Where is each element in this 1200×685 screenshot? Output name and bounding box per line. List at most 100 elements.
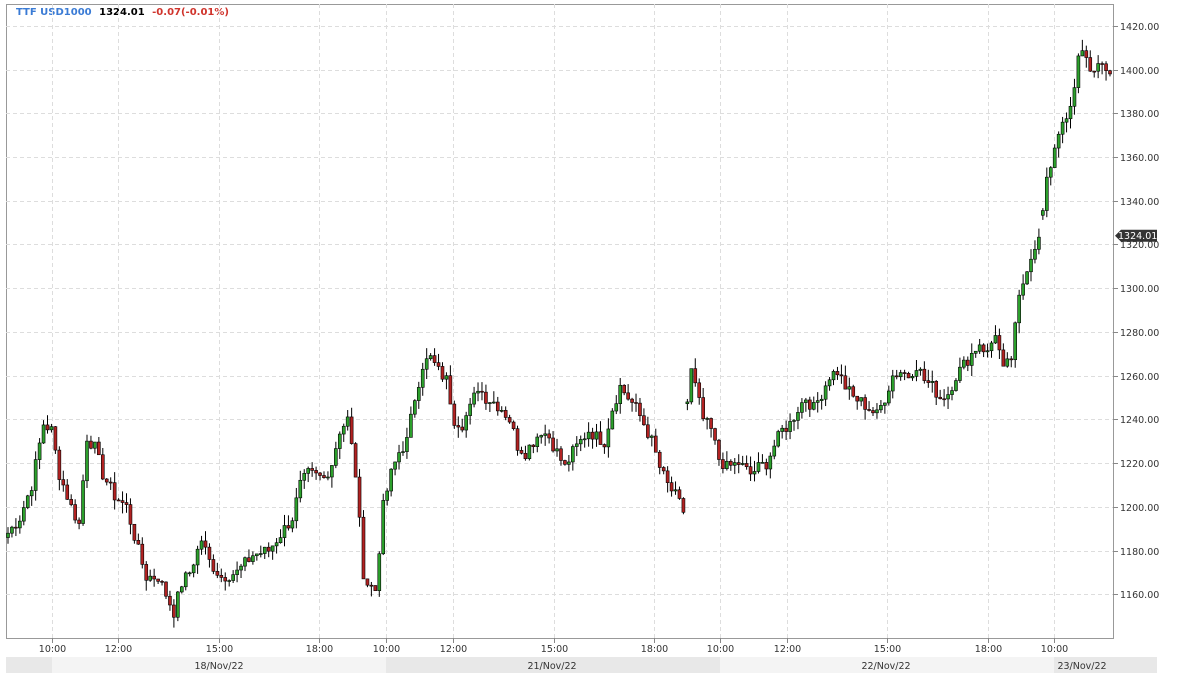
candle-body (1005, 358, 1010, 367)
candle-body (116, 499, 121, 502)
x-tick-label: 12:00 (105, 644, 132, 655)
candle-body (977, 344, 982, 352)
candle-body (622, 384, 626, 394)
y-tick-label: 1260.00 (1120, 372, 1159, 383)
candle-body (397, 452, 401, 463)
candle-body (1021, 283, 1025, 296)
candle-body (784, 427, 788, 432)
candle-body (614, 403, 619, 412)
candle-body (18, 520, 22, 529)
candle-body (653, 435, 658, 453)
candle-body (685, 401, 690, 405)
x-tick-label: 18:00 (306, 644, 333, 655)
x-tick-label: 18:00 (641, 644, 668, 655)
candle-body (567, 461, 571, 465)
candle-body (488, 402, 492, 404)
candle-body (1100, 63, 1104, 65)
candle-body (29, 490, 34, 497)
y-tick-label: 1200.00 (1120, 503, 1159, 514)
price-tag: 1324.01 (1115, 229, 1157, 242)
date-label: 23/Nov/22 (1057, 661, 1106, 672)
candle-body (1041, 210, 1045, 216)
y-axis: 1160.00 1180.00 1200.00 1220.00 1240.00 1260.… (1113, 22, 1159, 601)
candle-body (179, 586, 184, 593)
candle-body (1104, 63, 1108, 71)
candle-body (369, 584, 374, 587)
candle-body (81, 480, 85, 524)
candle-body (365, 578, 370, 586)
candle-body (729, 460, 733, 466)
candle-body (278, 537, 283, 544)
candle-body (298, 479, 303, 499)
candle-body (405, 437, 409, 452)
candle-body (610, 410, 615, 430)
candle-body (203, 540, 208, 548)
candle-body (393, 461, 397, 470)
candle-body (373, 585, 378, 591)
candle-body (1108, 70, 1112, 75)
candle-body (555, 448, 559, 452)
candle-body (638, 402, 642, 417)
candle-body (586, 431, 591, 440)
candle-body (634, 402, 638, 404)
candle-body (701, 397, 705, 420)
candle-body (827, 379, 832, 387)
candle-body (717, 439, 721, 460)
candle-body (922, 368, 927, 381)
candle-body (934, 381, 939, 398)
candle-body (310, 468, 314, 471)
candle-body (495, 401, 500, 412)
candle-body (748, 466, 753, 475)
candle-body (792, 420, 796, 422)
candle-body (357, 476, 362, 518)
candle-body (515, 428, 520, 451)
candle-body (152, 575, 156, 580)
candle-body (796, 412, 800, 421)
candle-body (527, 444, 532, 460)
candle-body (1013, 322, 1018, 361)
x-tick-label: 15:00 (541, 644, 568, 655)
candle-body (448, 375, 453, 405)
candle-body (918, 368, 923, 371)
candle-body (571, 446, 575, 463)
candle-body (97, 441, 101, 456)
candle-body (894, 375, 899, 378)
y-tick-label: 1300.00 (1120, 284, 1159, 295)
candle-body (93, 441, 97, 449)
candle-body (57, 449, 62, 480)
candle-body (764, 462, 769, 470)
y-tick-label: 1160.00 (1120, 590, 1159, 601)
candle-body (420, 368, 425, 388)
candle-body (337, 433, 342, 449)
candles (6, 39, 1112, 628)
candle-body (997, 335, 1002, 351)
candle-body (890, 375, 895, 392)
candle-body (677, 489, 682, 499)
candle-body (472, 392, 476, 405)
x-tick-label: 18:00 (975, 644, 1002, 655)
candle-body (594, 431, 599, 440)
candle-body (697, 382, 702, 398)
candle-body (270, 545, 275, 552)
candle-body (800, 402, 804, 413)
candle-body (330, 465, 334, 478)
candle-body (950, 390, 954, 395)
candle-body (1060, 121, 1065, 135)
candlestick-chart[interactable]: 1160.00 1180.00 1200.00 1220.00 1240.00 1260.… (0, 0, 1200, 685)
candle-body (172, 604, 176, 618)
candle-body (187, 572, 192, 575)
candle-body (476, 390, 480, 394)
candle-body (14, 526, 18, 529)
candle-body (946, 394, 950, 400)
candle-body (322, 475, 326, 478)
x-tick-label: 15:00 (206, 644, 233, 655)
candle-body (223, 577, 228, 582)
candle-body (879, 405, 883, 411)
candle-body (424, 358, 429, 370)
candle-body (732, 462, 737, 466)
candle-body (906, 373, 911, 379)
y-tick-label: 1360.00 (1120, 153, 1159, 164)
candle-body (53, 426, 58, 451)
candle-body (1072, 87, 1077, 107)
candle-body (693, 368, 698, 384)
